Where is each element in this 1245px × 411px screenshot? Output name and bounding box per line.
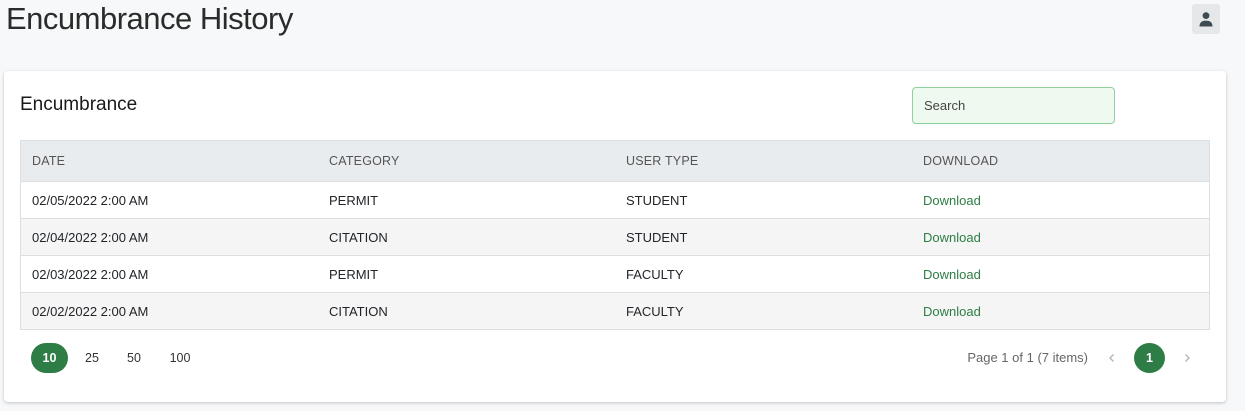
page-size-100-button[interactable]: 100 [164,343,196,373]
card-title: Encumbrance [20,94,138,115]
cell-date: 02/04/2022 2:00 AM [32,229,149,245]
next-page-button[interactable] [1177,348,1197,368]
pager: 10 25 50 100 Page 1 of 1 (7 items) 1 [20,343,1210,373]
column-header-download[interactable]: DOWNLOAD [912,154,1209,168]
column-header-user-type[interactable]: USER TYPE [615,154,912,168]
page-info: Page 1 of 1 (7 items) [967,350,1088,365]
page-1-button[interactable]: 1 [1134,343,1165,373]
chevron-left-icon [1109,354,1114,362]
user-icon [1199,12,1213,27]
download-link[interactable]: Download [923,230,981,245]
column-header-date[interactable]: DATE [21,154,318,168]
table-header: DATE CATEGORY USER TYPE DOWNLOAD [21,141,1209,181]
download-link[interactable]: Download [923,304,981,319]
table-row: 02/02/2022 2:00 AM CITATION FACULTY Down… [21,292,1209,329]
page-header: Encumbrance History [0,0,1245,60]
cell-category: PERMIT [329,192,379,208]
page-size-25-button[interactable]: 25 [78,343,106,373]
cell-date: 02/02/2022 2:00 AM [32,303,149,319]
cell-category: CITATION [329,303,388,319]
table-row: 02/03/2022 2:00 AM PERMIT FACULTY Downlo… [21,255,1209,292]
cell-user-type: FACULTY [626,266,684,282]
table-row: 02/05/2022 2:00 AM PERMIT STUDENT Downlo… [21,181,1209,218]
cell-date: 02/05/2022 2:00 AM [32,192,149,208]
cell-user-type: FACULTY [626,303,684,319]
cell-user-type: STUDENT [626,229,688,245]
search-input[interactable] [912,87,1115,124]
cell-category: PERMIT [329,266,379,282]
cell-category: CITATION [329,229,388,245]
page-title: Encumbrance History [6,1,293,36]
encumbrance-card: Encumbrance DATE CATEGORY USER TYPE DOWN… [4,71,1226,402]
prev-page-button[interactable] [1102,348,1122,368]
chevron-right-icon [1185,354,1190,362]
page-size-50-button[interactable]: 50 [120,343,148,373]
download-link[interactable]: Download [923,267,981,282]
encumbrance-table: DATE CATEGORY USER TYPE DOWNLOAD 02/05/2… [20,140,1210,330]
download-link[interactable]: Download [923,193,981,208]
page-size-10-button[interactable]: 10 [31,343,68,373]
table-row: 02/04/2022 2:00 AM CITATION STUDENT Down… [21,218,1209,255]
user-menu-button[interactable] [1192,4,1220,34]
cell-user-type: STUDENT [626,192,688,208]
column-header-category[interactable]: CATEGORY [318,154,615,168]
cell-date: 02/03/2022 2:00 AM [32,266,149,282]
